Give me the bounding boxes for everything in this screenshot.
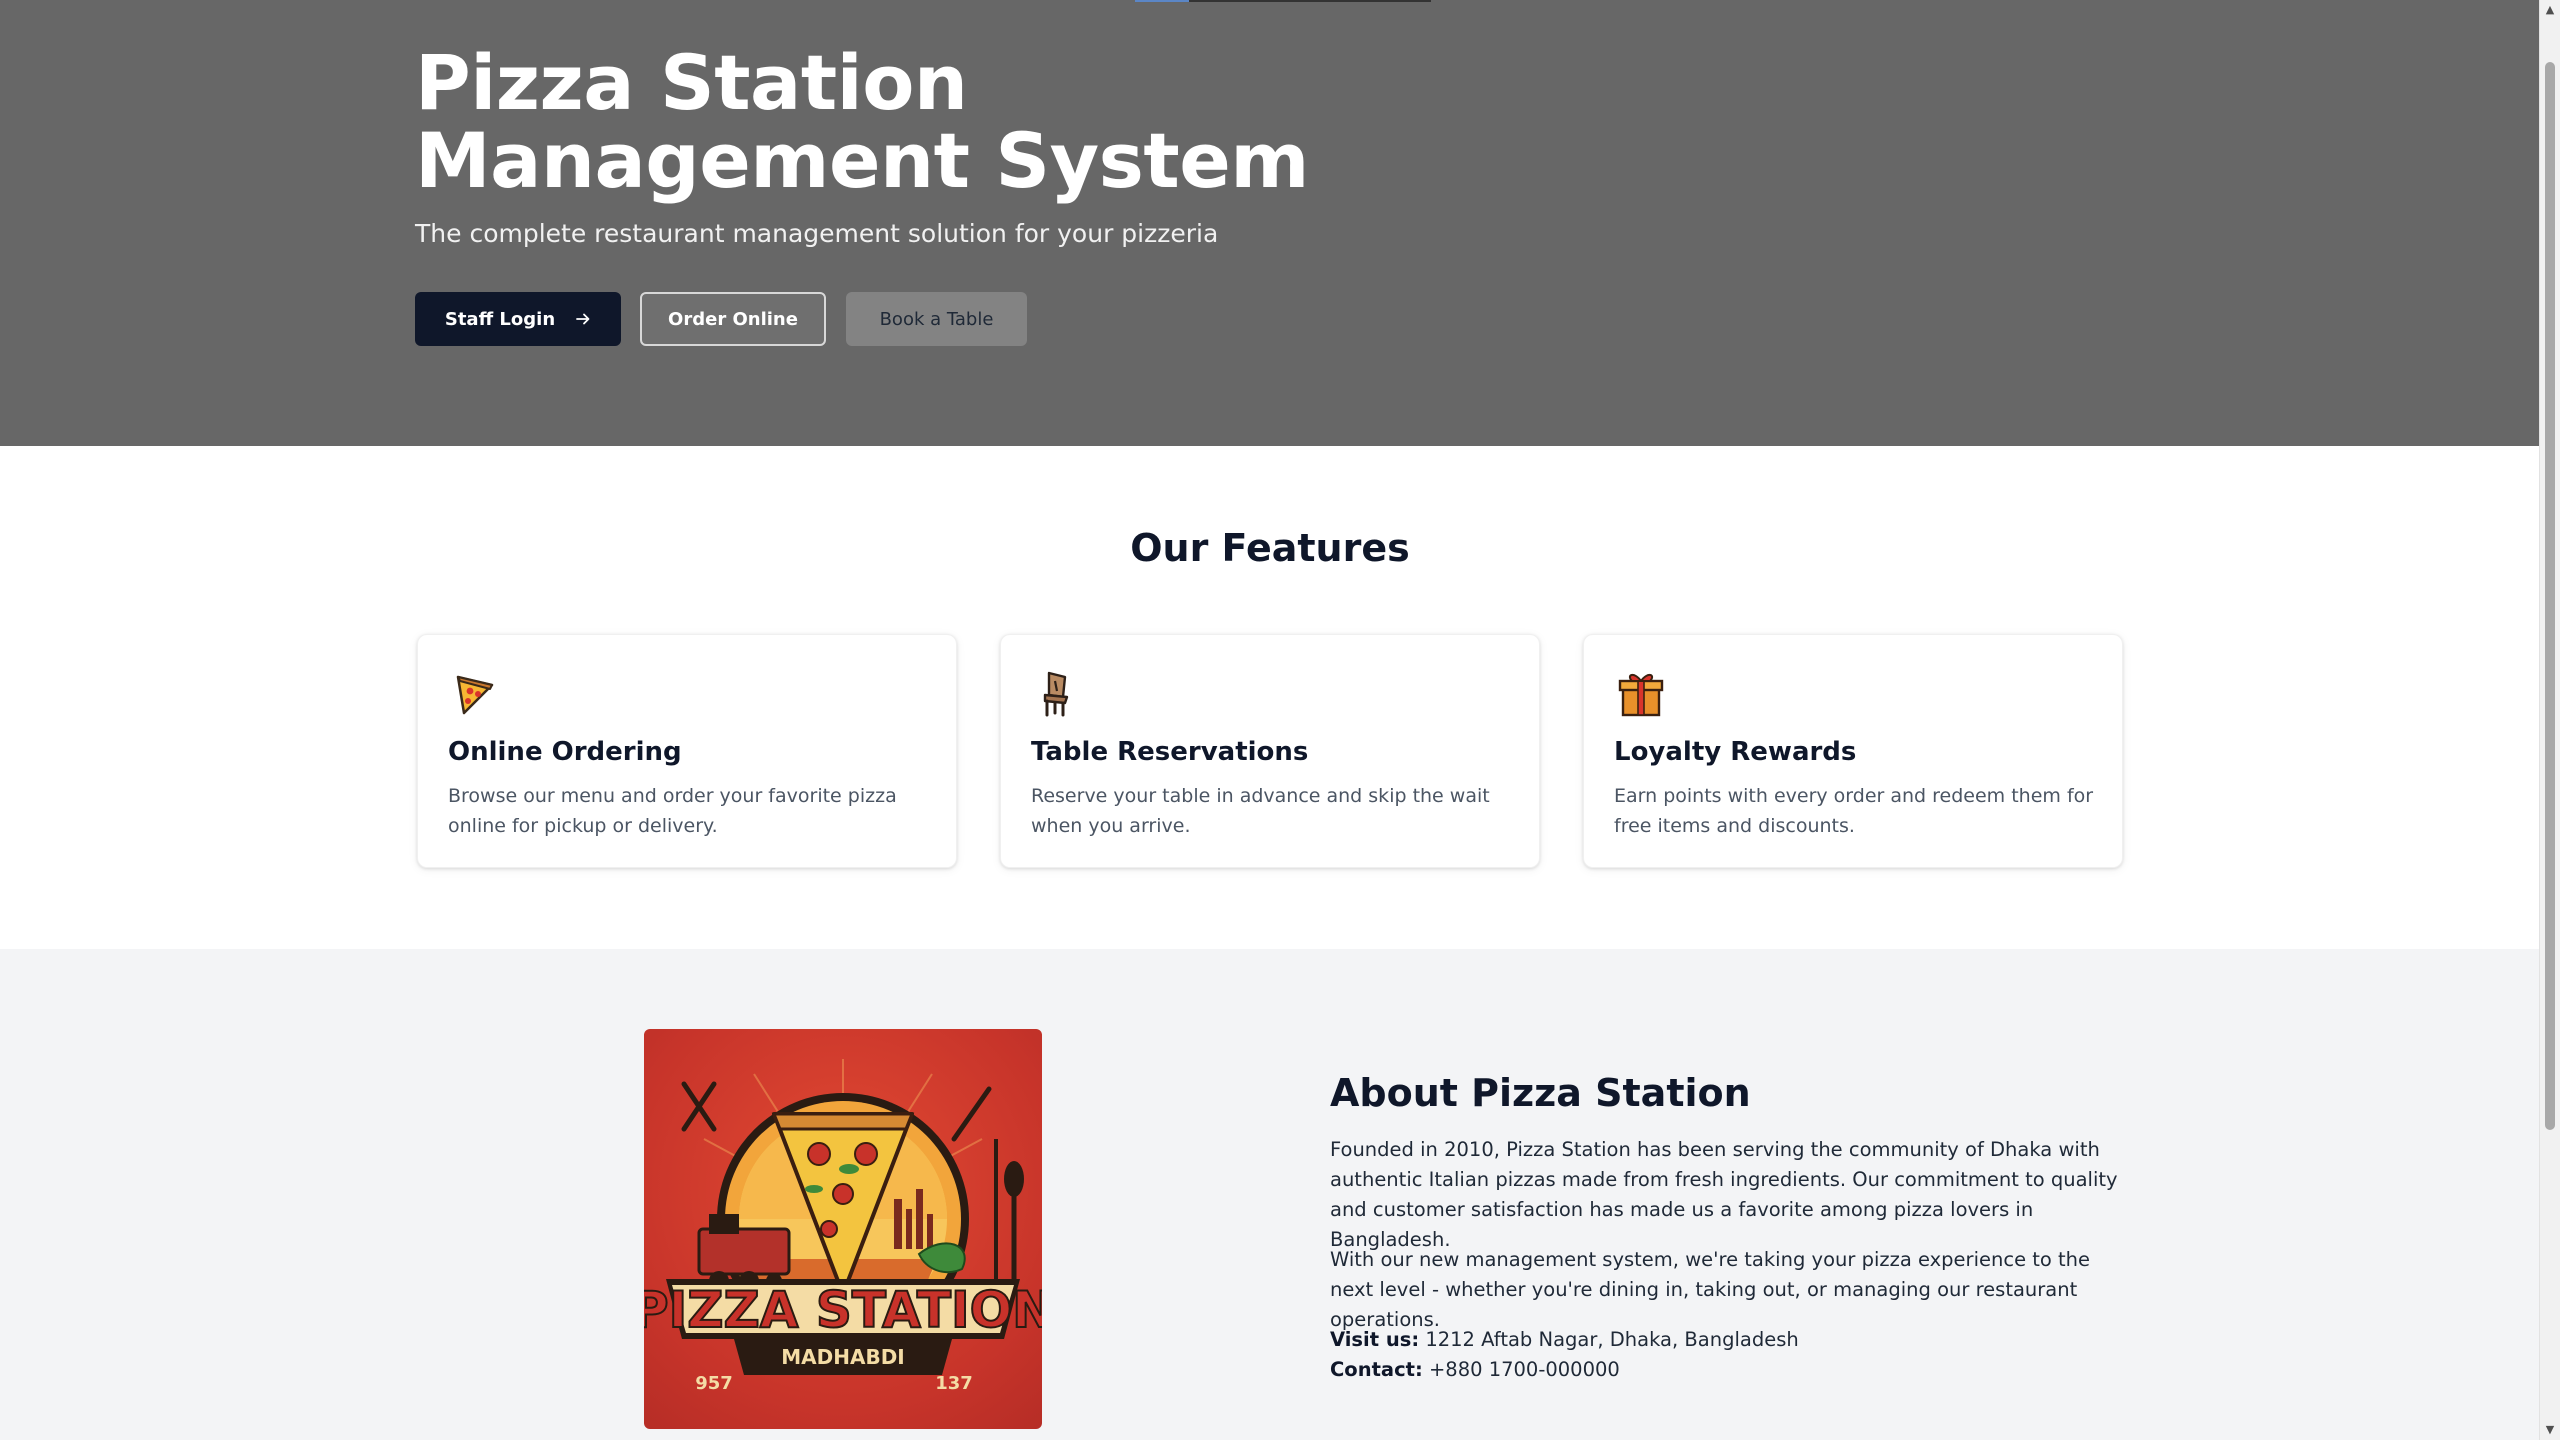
hero-title-line2: Management System xyxy=(415,116,1309,205)
contact-phone: +880 1700-000000 xyxy=(1422,1358,1620,1381)
visit-label: Visit us: xyxy=(1330,1328,1420,1351)
vertical-scrollbar[interactable]: ▲ ▼ xyxy=(2539,0,2560,1440)
feature-description: Earn points with every order and redeem … xyxy=(1614,785,2094,837)
hero-title-line1: Pizza Station xyxy=(415,38,968,127)
feature-card-table-reservations: Table Reservations Reserve your table in… xyxy=(1000,634,1540,868)
page: Pizza Station Management System The comp… xyxy=(0,0,2540,1440)
hero-subtitle: The complete restaurant management solut… xyxy=(415,219,1219,248)
about-contact-line: Contact: +880 1700-000000 xyxy=(1330,1355,1620,1385)
feature-description: Browse our menu and order your favorite … xyxy=(448,785,897,837)
features-section: Our Features Online Ordering Browse our … xyxy=(0,446,2540,949)
book-table-button[interactable]: Book a Table xyxy=(846,292,1027,346)
feature-card-online-ordering: Online Ordering Browse our menu and orde… xyxy=(417,634,957,868)
scrollbar-thumb[interactable] xyxy=(2545,62,2555,1130)
feature-title: Online Ordering xyxy=(448,737,682,767)
about-paragraph-2: With our new management system, we're ta… xyxy=(1330,1248,2091,1331)
staff-login-label: Staff Login xyxy=(444,308,556,330)
order-online-label: Order Online xyxy=(668,308,798,330)
about-paragraph-1: Founded in 2010, Pizza Station has been … xyxy=(1330,1138,2118,1251)
feature-title: Table Reservations xyxy=(1031,737,1309,767)
book-table-label: Book a Table xyxy=(879,308,994,330)
about-heading: About Pizza Station xyxy=(1330,1071,1751,1115)
logo-brand-text: PIZZA STATION xyxy=(644,1281,1042,1339)
chair-icon xyxy=(1031,667,1085,721)
order-online-button[interactable]: Order Online xyxy=(640,292,826,346)
logo-left-number: 957 xyxy=(695,1373,733,1394)
hero-title: Pizza Station Management System xyxy=(415,44,1415,200)
pizza-station-logo-image: PIZZA STATION MADHABDI 957 137 xyxy=(644,1029,1042,1429)
contact-label: Contact: xyxy=(1330,1358,1423,1381)
logo-sub-text: MADHABDI xyxy=(781,1345,905,1369)
feature-title: Loyalty Rewards xyxy=(1614,737,1857,767)
scroll-down-arrow-icon[interactable]: ▼ xyxy=(2540,1420,2560,1440)
staff-login-button[interactable]: Staff Login xyxy=(415,292,621,346)
visit-address: 1212 Aftab Nagar, Dhaka, Bangladesh xyxy=(1419,1328,1799,1351)
feature-card-loyalty-rewards: Loyalty Rewards Earn points with every o… xyxy=(1583,634,2123,868)
gift-icon xyxy=(1614,667,1668,721)
scroll-up-arrow-icon[interactable]: ▲ xyxy=(2540,0,2560,20)
hero-section: Pizza Station Management System The comp… xyxy=(0,0,2540,446)
feature-description: Reserve your table in advance and skip t… xyxy=(1031,785,1490,837)
logo-right-number: 137 xyxy=(935,1373,973,1394)
pizza-slice-icon xyxy=(448,667,502,721)
top-strip-accent xyxy=(1135,0,1189,2)
features-heading: Our Features xyxy=(1130,526,1410,570)
arrow-right-icon xyxy=(575,311,591,327)
about-visit-line: Visit us: 1212 Aftab Nagar, Dhaka, Bangl… xyxy=(1330,1325,1799,1355)
about-section: PIZZA STATION MADHABDI 957 137 About Piz… xyxy=(0,949,2540,1440)
